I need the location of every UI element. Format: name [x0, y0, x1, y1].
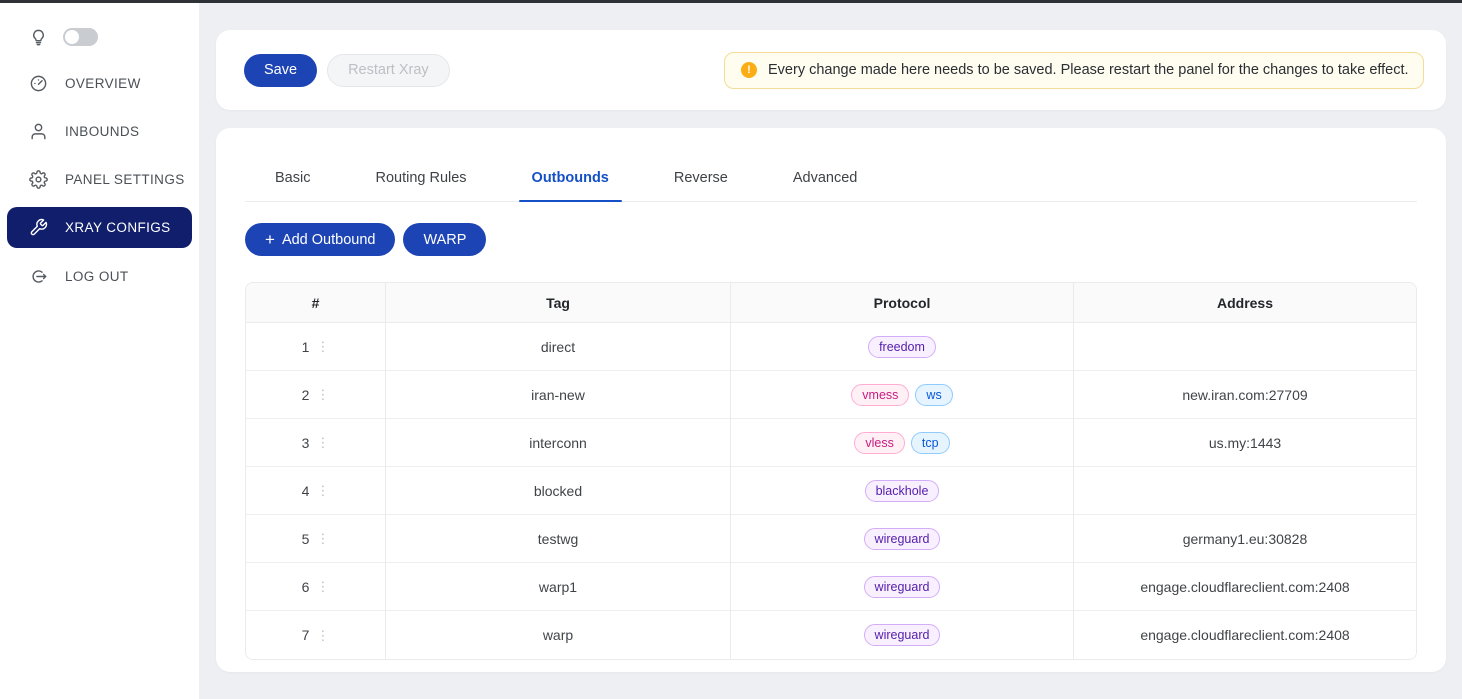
column-header-number: #: [246, 283, 386, 323]
row-protocol-badges: blackhole: [731, 480, 1073, 502]
column-header-protocol: Protocol: [731, 283, 1074, 323]
row-tag: direct: [386, 323, 731, 371]
row-address: [1074, 323, 1416, 371]
dark-mode-toggle[interactable]: [63, 28, 98, 46]
row-address: us.my:1443: [1074, 419, 1416, 467]
table-row: 2 ⋮ iran-new vmessws new.iran.com:27709: [246, 371, 1416, 419]
table-header-row: # Tag Protocol Address: [246, 283, 1416, 323]
row-number: 3: [302, 435, 310, 451]
row-protocol-badges: wireguard: [731, 624, 1073, 646]
save-toolbar-card: Save Restart Xray ! Every change made he…: [216, 30, 1446, 110]
sidebar-item-label: OVERVIEW: [65, 76, 141, 91]
sidebar-item-inbounds[interactable]: INBOUNDS: [0, 107, 199, 155]
tab-outbounds[interactable]: Outbounds: [519, 160, 622, 201]
row-menu-icon[interactable]: ⋮: [316, 532, 329, 545]
table-row: 1 ⋮ direct freedom: [246, 323, 1416, 371]
sidebar-item-label: INBOUNDS: [65, 124, 139, 139]
row-tag: warp: [386, 611, 731, 659]
toolbar-buttons: Save Restart Xray: [244, 54, 450, 87]
wrench-icon: [29, 218, 48, 237]
sidebar-item-overview[interactable]: OVERVIEW: [0, 59, 199, 107]
xray-config-card: Basic Routing Rules Outbounds Reverse Ad…: [216, 128, 1446, 672]
plus-icon: +: [265, 231, 275, 248]
row-tag: iran-new: [386, 371, 731, 419]
protocol-badge: ws: [915, 384, 952, 406]
row-number: 4: [302, 483, 310, 499]
gear-icon: [29, 170, 48, 189]
table-row: 4 ⋮ blocked blackhole: [246, 467, 1416, 515]
main-content: Save Restart Xray ! Every change made he…: [199, 3, 1462, 699]
restart-xray-button[interactable]: Restart Xray: [327, 54, 450, 87]
row-protocol-badges: wireguard: [731, 528, 1073, 550]
row-address: germany1.eu:30828: [1074, 515, 1416, 563]
table-row: 5 ⋮ testwg wireguard germany1.eu:30828: [246, 515, 1416, 563]
table-row: 3 ⋮ interconn vless tcp us.my:1443: [246, 419, 1416, 467]
column-header-tag: Tag: [386, 283, 731, 323]
protocol-badge: wireguard: [864, 576, 941, 598]
tab-routing-rules[interactable]: Routing Rules: [362, 160, 479, 201]
row-tag: blocked: [386, 467, 731, 515]
row-number: 2: [302, 387, 310, 403]
row-tag: testwg: [386, 515, 731, 563]
tab-reverse[interactable]: Reverse: [661, 160, 741, 201]
outbound-actions: + Add Outbound WARP: [245, 223, 1417, 256]
protocol-badge: vless: [854, 432, 904, 454]
lightbulb-icon: [29, 28, 48, 47]
theme-switch-row: [0, 15, 199, 59]
logout-icon: [29, 267, 48, 286]
row-menu-icon[interactable]: ⋮: [316, 340, 329, 353]
row-address: engage.cloudflareclient.com:2408: [1074, 611, 1416, 659]
warp-button[interactable]: WARP: [403, 223, 486, 256]
sidebar-item-log-out[interactable]: LOG OUT: [0, 252, 199, 300]
sidebar-item-label: LOG OUT: [65, 269, 129, 284]
table-row: 7 ⋮ warp wireguard engage.cloudflareclie…: [246, 611, 1416, 659]
tab-basic[interactable]: Basic: [262, 160, 323, 201]
table-row: 6 ⋮ warp1 wireguard engage.cloudflarecli…: [246, 563, 1416, 611]
row-address: [1074, 467, 1416, 515]
row-address: new.iran.com:27709: [1074, 371, 1416, 419]
row-menu-icon[interactable]: ⋮: [316, 436, 329, 449]
row-number: 7: [302, 627, 310, 643]
tab-advanced[interactable]: Advanced: [780, 160, 871, 201]
sidebar-item-label: XRAY CONFIGS: [65, 220, 171, 235]
protocol-badge: freedom: [868, 336, 936, 358]
column-header-address: Address: [1074, 283, 1416, 323]
sidebar: OVERVIEW INBOUNDS PANEL SETTINGS XRAY CO…: [0, 3, 199, 699]
row-menu-icon[interactable]: ⋮: [316, 388, 329, 401]
toggle-knob: [65, 30, 79, 44]
row-protocol-badges: wireguard: [731, 576, 1073, 598]
alert-message: Every change made here needs to be saved…: [768, 62, 1409, 78]
protocol-badge: blackhole: [865, 480, 940, 502]
add-outbound-label: Add Outbound: [282, 232, 376, 248]
row-number: 1: [302, 339, 310, 355]
row-protocol-badges: freedom: [731, 336, 1073, 358]
warning-icon: !: [741, 62, 757, 78]
sidebar-item-panel-settings[interactable]: PANEL SETTINGS: [0, 155, 199, 203]
row-menu-icon[interactable]: ⋮: [316, 580, 329, 593]
save-button[interactable]: Save: [244, 54, 317, 87]
row-address: engage.cloudflareclient.com:2408: [1074, 563, 1416, 611]
row-menu-icon[interactable]: ⋮: [316, 629, 329, 642]
protocol-badge: vmess: [851, 384, 909, 406]
user-icon: [29, 122, 48, 141]
row-protocol-badges: vless tcp: [731, 432, 1073, 454]
unsaved-changes-alert: ! Every change made here needs to be sav…: [724, 52, 1424, 89]
add-outbound-button[interactable]: + Add Outbound: [245, 223, 395, 256]
row-tag: warp1: [386, 563, 731, 611]
sidebar-item-label: PANEL SETTINGS: [65, 172, 185, 187]
row-protocol-badges: vmessws: [731, 384, 1073, 406]
protocol-badge: wireguard: [864, 528, 941, 550]
row-number: 5: [302, 531, 310, 547]
row-menu-icon[interactable]: ⋮: [316, 484, 329, 497]
protocol-badge: wireguard: [864, 624, 941, 646]
outbounds-table: # Tag Protocol Address 1 ⋮ direct freedo…: [245, 282, 1417, 660]
row-number: 6: [302, 579, 310, 595]
config-tabs: Basic Routing Rules Outbounds Reverse Ad…: [245, 128, 1417, 202]
dashboard-icon: [29, 74, 48, 93]
sidebar-item-xray-configs[interactable]: XRAY CONFIGS: [7, 207, 192, 248]
row-tag: interconn: [386, 419, 731, 467]
protocol-badge: tcp: [911, 432, 950, 454]
